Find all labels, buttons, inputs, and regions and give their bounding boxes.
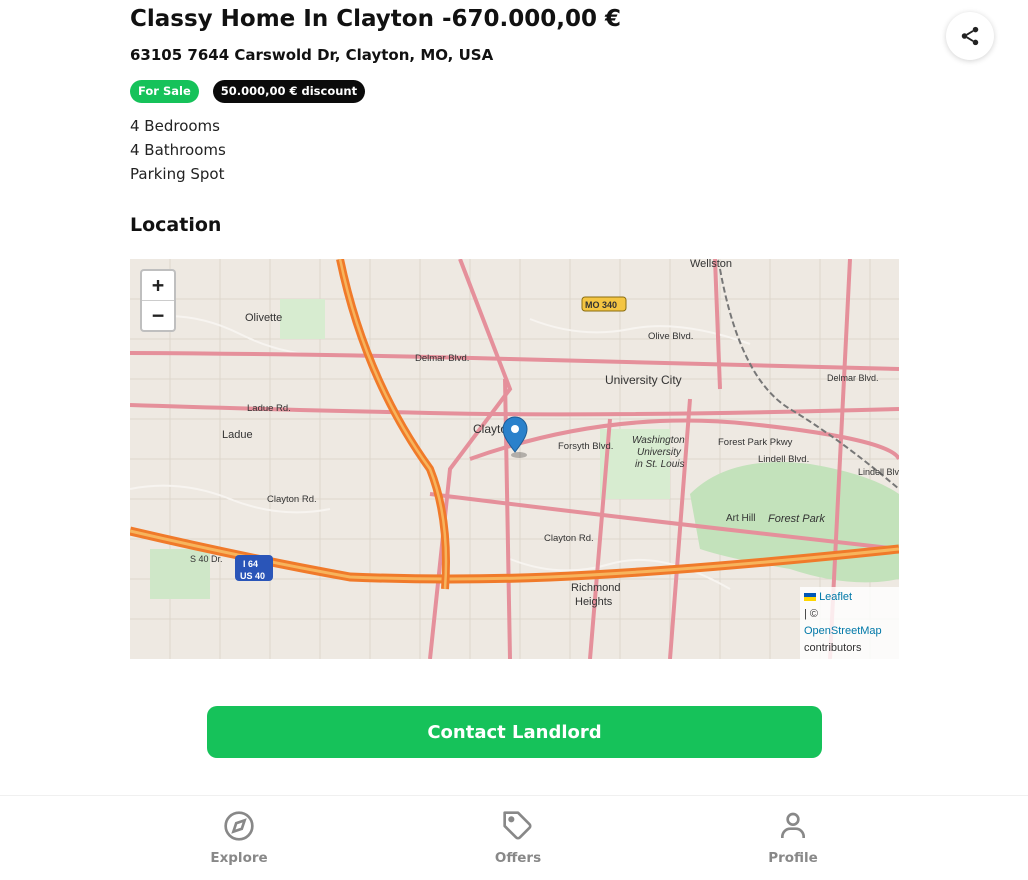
zoom-out-button[interactable]: − (142, 300, 174, 330)
feature-bedrooms: 4 Bedrooms (130, 117, 220, 135)
map-label-forest-park-pkwy: Forest Park Pkwy (718, 437, 793, 448)
map-label-washington: Washington (632, 435, 685, 446)
map-label-forsyth-blvd: Forsyth Blvd. (558, 441, 613, 452)
map-label-ladue: Ladue (222, 429, 253, 441)
zoom-control: + − (140, 269, 176, 332)
leaflet-link[interactable]: Leaflet (819, 591, 852, 603)
map-tiles: Wellston Olivette MO 340 Olive Blvd. Del… (130, 259, 899, 659)
map-label-delmar-blvd: Delmar Blvd. (415, 353, 469, 364)
map-label-i64: I 64 (243, 559, 258, 569)
attribution-separator: | © (804, 608, 819, 620)
map-label-in-st-louis: in St. Louis (635, 459, 684, 470)
map-label-clayton-rd: Clayton Rd. (267, 494, 317, 505)
listing-address: 63105 7644 Carswold Dr, Clayton, MO, USA (130, 46, 494, 64)
person-icon (781, 812, 805, 838)
status-badge: For Sale (130, 80, 199, 103)
nav-item-offers[interactable]: Offers (458, 796, 578, 880)
nav-item-explore[interactable]: Explore (179, 796, 299, 880)
openstreetmap-link[interactable]: OpenStreetMap (804, 625, 882, 637)
map-label-heights: Heights (575, 596, 613, 608)
location-map[interactable]: Wellston Olivette MO 340 Olive Blvd. Del… (130, 259, 899, 659)
contact-landlord-button[interactable]: Contact Landlord (207, 706, 822, 758)
nav-label-offers: Offers (494, 850, 542, 866)
ukraine-flag-icon (804, 593, 816, 602)
map-label-clayton-rd-2: Clayton Rd. (544, 533, 594, 544)
badge-row: For Sale 50.000,00 € discount (130, 80, 366, 103)
map-label-ladue-rd: Ladue Rd. (247, 403, 291, 414)
listing-title: Classy Home In Clayton -670.000,00 € (130, 6, 622, 32)
map-label-lindell-blvd: Lindell Blvd. (758, 454, 809, 465)
map-label-art-hill: Art Hill (726, 513, 755, 524)
attribution-suffix: contributors (804, 642, 862, 654)
tag-icon (503, 811, 532, 840)
nav-item-profile[interactable]: Profile (733, 796, 853, 880)
compass-icon (224, 811, 254, 841)
map-label-s40-dr: S 40 Dr. (190, 554, 223, 564)
share-icon (961, 26, 979, 46)
map-attribution: Leaflet | © OpenStreetMap contributors (800, 587, 899, 659)
share-button[interactable] (946, 12, 994, 60)
bottom-nav: Explore Offers Profile (0, 795, 1028, 880)
feature-list: 4 Bedrooms 4 Bathrooms Parking Spot (130, 114, 226, 186)
map-label-richmond: Richmond (571, 582, 621, 594)
map-label-delmar-east: Delmar Blvd. (827, 373, 879, 383)
map-label-university: University (637, 447, 682, 458)
location-heading: Location (130, 214, 222, 236)
map-label-university-city: University City (605, 373, 682, 387)
map-label-forest-park: Forest Park (768, 513, 825, 525)
feature-parking: Parking Spot (130, 165, 225, 183)
map-label-us40: US 40 (240, 571, 265, 581)
nav-label-explore: Explore (210, 850, 268, 866)
map-label-mo340: MO 340 (585, 300, 617, 310)
feature-bathrooms: 4 Bathrooms (130, 141, 226, 159)
zoom-in-button[interactable]: + (142, 271, 174, 300)
map-label-olive-blvd: Olive Blvd. (648, 331, 693, 342)
map-label-wellston: Wellston (690, 259, 732, 270)
nav-label-profile: Profile (768, 850, 818, 866)
map-label-olivette: Olivette (245, 312, 282, 324)
discount-badge: 50.000,00 € discount (212, 80, 366, 103)
map-label-lindell-east: Lindell Blvd (858, 467, 899, 477)
